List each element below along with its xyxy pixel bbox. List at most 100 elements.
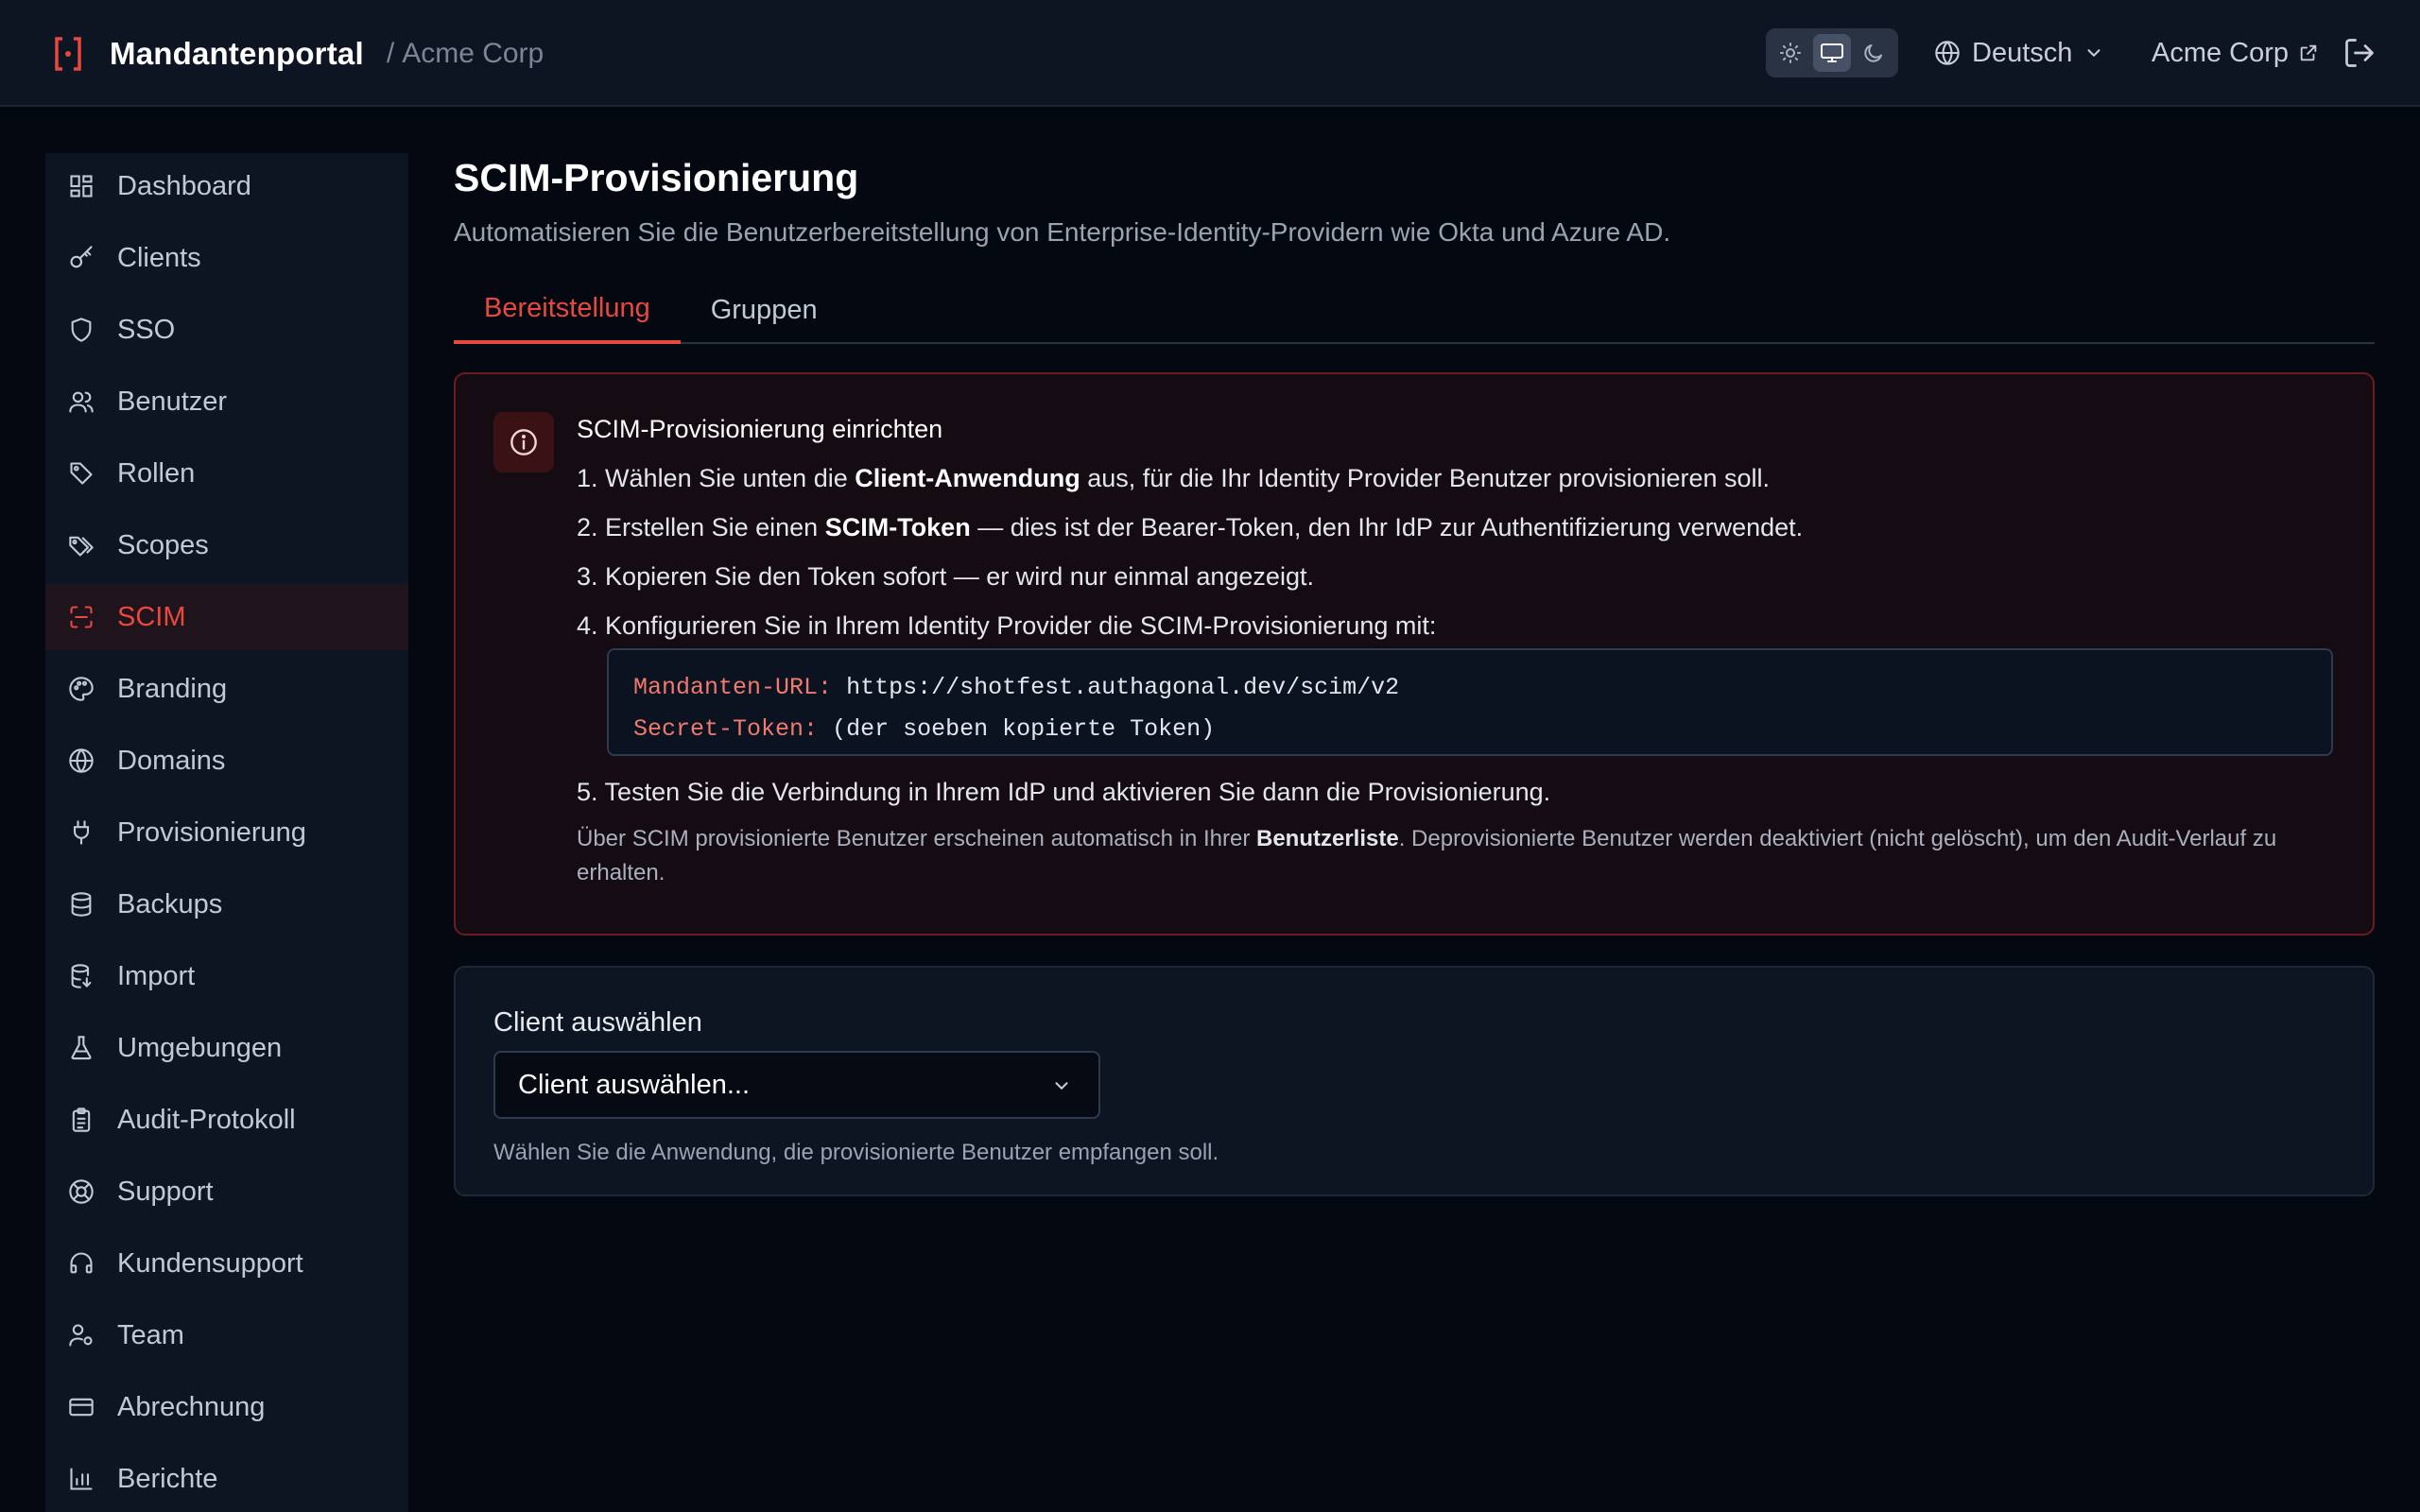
step-emphasis: SCIM-Token [824,513,971,541]
client-select-label: Client auswählen [493,1007,702,1038]
sidebar-item-scim[interactable]: SCIM [45,584,408,650]
sidebar-item-label: Benutzer [117,386,228,417]
sidebar-item-label: Umgebungen [117,1032,283,1063]
note-text: Über SCIM provisionierte Benutzer ersche… [577,826,1256,851]
top-header: Mandantenportal / Acme Corp Deutsch Acme… [0,0,2420,107]
theme-light-button[interactable] [1772,34,1809,72]
users-icon [66,387,96,417]
alert-body: SCIM-Provisionierung einrichten 1. Wähle… [577,410,2335,890]
sidebar-item-support[interactable]: Support [45,1159,408,1225]
palette-icon [66,674,96,704]
page-subtitle: Automatisieren Sie die Benutzerbereitste… [454,217,1671,247]
shield-icon [66,315,96,345]
clipboard-icon [66,1105,96,1135]
sidebar-item-label: Berichte [117,1463,218,1494]
brand-separator: / [386,37,395,69]
sidebar-item-sso[interactable]: SSO [45,297,408,363]
client-select-card: Client auswählen Client auswählen... Wäh… [454,966,2375,1196]
step-number: 5. [577,778,598,806]
alert-note: Über SCIM provisionierte Benutzer ersche… [577,822,2335,890]
moon-icon [1862,42,1885,64]
client-select[interactable]: Client auswählen... [493,1051,1100,1119]
step-1: 1. Wählen Sie unten die Client-Anwendung… [577,459,2335,497]
step-text: aus, für die Ihr Identity Provider Benut… [1080,464,1771,492]
info-icon [509,427,539,457]
sidebar-item-scopes[interactable]: Scopes [45,512,408,578]
info-icon-box [493,412,554,472]
tag-icon [66,458,96,489]
step-number: 4. [577,611,598,640]
sidebar-item-umgebungen[interactable]: Umgebungen [45,1015,408,1081]
sun-icon [1779,42,1802,64]
page-title: SCIM-Provisionierung [454,156,859,199]
sidebar-item-label: Scopes [117,529,209,560]
sidebar-item-benutzer[interactable]: Benutzer [45,369,408,435]
sidebar-item-label: Kundensupport [117,1247,303,1279]
sidebar-item-provisionierung[interactable]: Provisionierung [45,799,408,866]
step-text: Konfigurieren Sie in Ihrem Identity Prov… [605,611,1437,640]
tab-bar: Bereitstellung Gruppen [454,276,2375,344]
tags-icon [66,530,96,560]
sidebar-item-clients[interactable]: Clients [45,225,408,291]
step-emphasis: Client-Anwendung [855,464,1080,492]
dashboard-icon [66,171,96,201]
language-selector[interactable]: Deutsch [1934,28,2104,77]
step-4: 4. Konfigurieren Sie in Ihrem Identity P… [577,607,2335,644]
brand-tenant: Acme Corp [402,37,544,69]
brand[interactable]: Mandantenportal / Acme Corp [53,0,544,107]
client-select-value: Client auswählen... [518,1069,751,1100]
step-2: 2. Erstellen Sie einen SCIM-Token — dies… [577,508,2335,546]
theme-system-button[interactable] [1813,34,1851,72]
sidebar-item-label: SSO [117,314,176,345]
sidebar-item-label: Branding [117,673,228,704]
theme-switcher [1766,28,1898,77]
sidebar-item-label: Dashboard [117,170,251,201]
step-3: 3. Kopieren Sie den Token sofort — er wi… [577,558,2335,595]
sidebar-item-label: Backups [117,888,223,919]
headset-icon [66,1248,96,1279]
sidebar-item-dashboard[interactable]: Dashboard [45,153,408,219]
scim-config-code[interactable]: Mandanten-URL: https://shotfest.authagon… [607,648,2333,756]
monitor-icon [1820,42,1844,64]
sidebar-item-audit-protokoll[interactable]: Audit-Protokoll [45,1087,408,1153]
tab-gruppen[interactable]: Gruppen [681,276,848,344]
theme-dark-button[interactable] [1855,34,1893,72]
sidebar-item-abrechnung[interactable]: Abrechnung [45,1374,408,1440]
setup-info-alert: SCIM-Provisionierung einrichten 1. Wähle… [454,372,2375,936]
step-text: — dies ist der Bearer-Token, den Ihr IdP… [970,513,1804,541]
chevron-down-icon [2083,43,2104,63]
sidebar-item-kundensupport[interactable]: Kundensupport [45,1230,408,1297]
step-text: Wählen Sie unten die [605,464,856,492]
sidebar-item-backups[interactable]: Backups [45,871,408,937]
key-icon [66,243,96,273]
lifebuoy-icon [66,1177,96,1207]
code-value: (der soeben kopierte Token) [832,715,1216,743]
bar-chart-icon [66,1464,96,1494]
step-text: Testen Sie die Verbindung in Ihrem IdP u… [604,778,1551,806]
brand-title: Mandantenportal [110,35,364,71]
flask-icon [66,1033,96,1063]
sidebar-item-domains[interactable]: Domains [45,728,408,794]
chevron-down-icon [1051,1075,1072,1096]
sidebar-item-rollen[interactable]: Rollen [45,440,408,507]
sidebar-item-import[interactable]: Import [45,943,408,1009]
sidebar-item-team[interactable]: Team [45,1302,408,1368]
sidebar-item-branding[interactable]: Branding [45,656,408,722]
tab-bereitstellung[interactable]: Bereitstellung [454,276,681,344]
sidebar-item-label: SCIM [117,601,186,632]
sidebar-item-label: Domains [117,745,226,776]
sidebar-item-label: Support [117,1176,214,1207]
code-line-token: Secret-Token: (der soeben kopierte Token… [633,709,2307,750]
code-key: Secret-Token: [633,715,819,743]
note-emphasis: Benutzerliste [1256,826,1399,851]
sidebar-item-label: Provisionierung [117,816,306,848]
sidebar-item-berichte[interactable]: Berichte [45,1446,408,1512]
tenant-external-link[interactable]: Acme Corp [2152,28,2319,77]
database-import-icon [66,961,96,991]
client-select-help: Wählen Sie die Anwendung, die provisioni… [493,1140,1219,1165]
logout-button[interactable] [2342,36,2377,70]
step-text: Kopieren Sie den Token sofort — er wird … [605,562,1314,591]
step-number: 2. [577,513,598,541]
step-number: 1. [577,464,598,492]
code-line-url: Mandanten-URL: https://shotfest.authagon… [633,667,2307,709]
